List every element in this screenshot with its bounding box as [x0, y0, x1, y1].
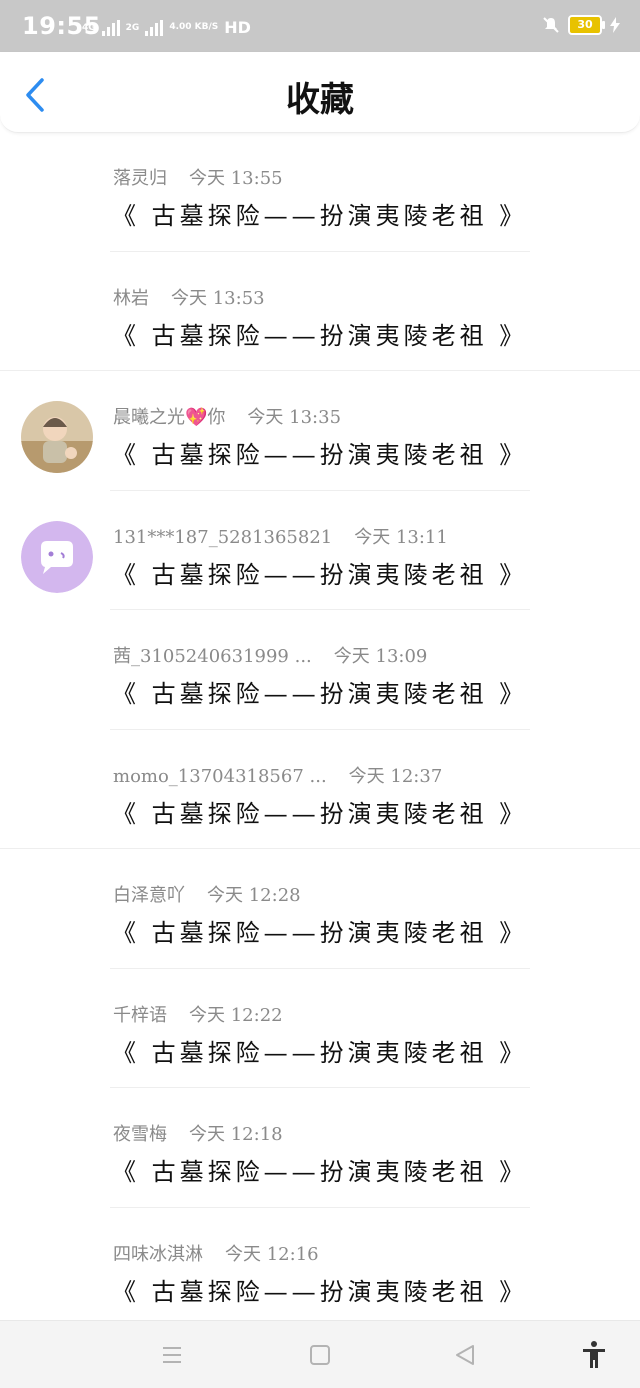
item-time: 今天 12:16	[225, 1243, 319, 1265]
item-title: 《 古墓探险——扮演夷陵老祖 》	[112, 680, 528, 708]
charging-icon	[610, 17, 620, 33]
item-user: 落灵归	[113, 168, 167, 189]
item-user: 千梓语	[113, 1004, 167, 1026]
item-user: 林岩	[113, 287, 149, 309]
home-button[interactable]	[304, 1339, 336, 1371]
item-user: momo_13704318567 ...	[113, 765, 327, 787]
item-time: 今天 13:35	[247, 407, 342, 428]
favorites-list: 落灵归 今天 13:55 《 古墓探险——扮演夷陵老祖 》 林岩 今天 13:53 …	[0, 132, 640, 1327]
network-speed: 4.00 KB/S	[169, 22, 219, 32]
item-time: 今天 13:55	[189, 168, 283, 189]
system-nav-bar	[0, 1320, 640, 1388]
item-title: 《 古墓探险——扮演夷陵老祖 》	[112, 1158, 528, 1186]
item-title: 《 古墓探险——扮演夷陵老祖 》	[112, 1277, 528, 1306]
list-item[interactable]: 夜雪梅 今天 12:18 《 古墓探险——扮演夷陵老祖 》	[0, 1088, 640, 1208]
item-time: 今天 13:09	[333, 646, 428, 667]
header: 收藏	[0, 52, 640, 133]
list-item[interactable]: 落灵归 今天 13:55 《 古墓探险——扮演夷陵老祖 》	[0, 132, 640, 252]
home-icon	[310, 1345, 330, 1365]
network-indicators: 4G 2G 4.00 KB/S HD	[82, 18, 251, 37]
battery-icon: 30	[568, 15, 605, 35]
item-time: 今天 12:37	[348, 765, 443, 787]
accessibility-icon	[583, 1341, 605, 1368]
list-item[interactable]: 千梓语 今天 12:22 《 古墓探险——扮演夷陵老祖 》	[0, 969, 640, 1088]
item-user: 131***187_5281365821	[113, 526, 333, 548]
item-title: 《 古墓探险——扮演夷陵老祖 》	[112, 321, 528, 350]
network-a-label: 4G	[82, 22, 96, 33]
item-user: 四味冰淇淋	[113, 1243, 203, 1265]
item-title: 《 古墓探险——扮演夷陵老祖 》	[112, 441, 528, 469]
avatar[interactable]	[21, 401, 93, 473]
avatar[interactable]	[21, 520, 93, 593]
item-user: 晨曦之光💖你	[113, 407, 226, 428]
item-time: 今天 12:22	[189, 1004, 283, 1026]
item-time: 今天 12:28	[207, 885, 301, 906]
item-title: 《 古墓探险——扮演夷陵老祖 》	[112, 799, 528, 828]
item-user: 白泽意吖	[113, 885, 185, 906]
signal-icon	[145, 19, 164, 36]
chat-bubble-icon	[21, 520, 93, 593]
item-title: 《 古墓探险——扮演夷陵老祖 》	[112, 1038, 528, 1067]
signal-icon	[101, 19, 120, 36]
list-item[interactable]: 晨曦之光💖你 今天 13:35 《 古墓探险——扮演夷陵老祖 》	[0, 371, 640, 491]
item-time: 今天 13:11	[354, 526, 448, 548]
list-item[interactable]: 白泽意吖 今天 12:28 《 古墓探险——扮演夷陵老祖 》	[0, 849, 640, 969]
item-title: 《 古墓探险——扮演夷陵老祖 》	[112, 560, 528, 589]
item-time: 今天 12:18	[189, 1124, 283, 1145]
page-title: 收藏	[286, 80, 354, 120]
item-user: 茜_3105240631999 ...	[113, 646, 312, 667]
hd-label: HD	[224, 18, 251, 37]
list-item[interactable]: 林岩 今天 13:53 《 古墓探险——扮演夷陵老祖 》	[0, 252, 640, 371]
accessibility-button[interactable]	[578, 1339, 610, 1371]
item-time: 今天 13:53	[171, 287, 265, 309]
network-b-label: 2G	[125, 22, 140, 33]
list-item[interactable]: 四味冰淇淋 今天 12:16 《 古墓探险——扮演夷陵老祖 》	[0, 1208, 640, 1328]
item-user: 夜雪梅	[113, 1124, 167, 1145]
status-right: 30	[542, 15, 620, 35]
mute-icon	[543, 17, 559, 33]
list-item[interactable]: 131***187_5281365821 今天 13:11 《 古墓探险——扮演夷…	[0, 491, 640, 610]
status-bar: 19:55 4G 2G 4.00 KB/S HD 30	[0, 0, 640, 52]
menu-button[interactable]	[156, 1339, 188, 1371]
menu-icon	[163, 1347, 181, 1363]
list-item[interactable]: momo_13704318567 ... 今天 12:37 《 古墓探险——扮演夷…	[0, 730, 640, 849]
nav-back-button[interactable]	[449, 1339, 481, 1371]
triangle-back-icon	[456, 1345, 474, 1365]
item-title: 《 古墓探险——扮演夷陵老祖 》	[112, 202, 528, 230]
list-item[interactable]: 茜_3105240631999 ... 今天 13:09 《 古墓探险——扮演夷陵…	[0, 610, 640, 730]
item-title: 《 古墓探险——扮演夷陵老祖 》	[112, 919, 528, 947]
